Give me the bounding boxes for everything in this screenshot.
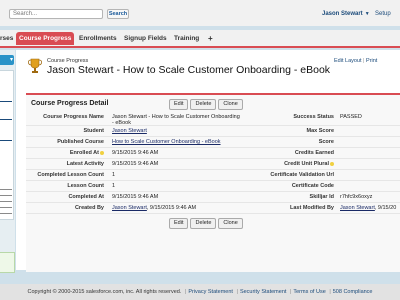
field-label: Latest Activity bbox=[66, 161, 104, 167]
search-button[interactable]: Search bbox=[107, 9, 129, 19]
edit-layout-link[interactable]: Edit Layout bbox=[334, 58, 362, 64]
field-label: Last Modified By bbox=[289, 205, 334, 211]
detail-row: Course Progress Name Jason Stewart - How… bbox=[26, 112, 400, 126]
copyright-text: Copyright © 2000-2015 salesforce.com, in… bbox=[27, 289, 182, 295]
clone-button[interactable]: Clone bbox=[218, 218, 243, 229]
field-label-text: Enrolled At bbox=[69, 150, 99, 156]
sidebar-text bbox=[0, 201, 12, 202]
user-menu[interactable]: Jason Stewart ▼ bbox=[322, 11, 370, 17]
clone-button[interactable]: Clone bbox=[218, 99, 243, 110]
field-label: Completed At bbox=[68, 194, 104, 200]
field-value: 1 bbox=[112, 172, 116, 178]
top-button-group: Edit Delete Clone bbox=[169, 99, 243, 110]
field-value: PASSED bbox=[340, 114, 362, 120]
sidebar-link[interactable] bbox=[0, 116, 12, 120]
sidebar-link[interactable] bbox=[0, 98, 12, 102]
field-value: 9/15/2015 9:46 AM bbox=[112, 194, 159, 200]
detail-row: Completed At 9/15/2015 9:46 AM Skilljar … bbox=[26, 192, 400, 203]
tab-training[interactable]: Training bbox=[174, 32, 199, 45]
compliance-link[interactable]: 508 Compliance bbox=[333, 289, 373, 295]
chevron-down-icon: ▼ bbox=[364, 11, 370, 17]
page-title: Jason Stewart - How to Scale Customer On… bbox=[47, 64, 331, 76]
field-label: Credits Earned bbox=[294, 150, 334, 156]
search-input[interactable]: Search... bbox=[9, 9, 103, 19]
page-links: Edit Layout | Print bbox=[334, 58, 378, 64]
field-value: 9/15/2015 9:46 AM bbox=[112, 161, 159, 167]
field-label: Completed Lesson Count bbox=[37, 172, 104, 178]
terms-link[interactable]: Terms of Use bbox=[293, 289, 325, 295]
detail-row: Student Jason Stewart Max Score bbox=[26, 126, 400, 137]
field-label: Max Score bbox=[306, 128, 334, 134]
tab-add[interactable]: + bbox=[208, 32, 213, 45]
detail-row: Enrolled At 9/15/2015 9:46 AM Credits Ea… bbox=[26, 148, 400, 159]
privacy-link[interactable]: Privacy Statement bbox=[188, 289, 233, 295]
setup-link[interactable]: Setup bbox=[375, 11, 391, 17]
sidebar-text bbox=[0, 195, 12, 196]
security-link[interactable]: Security Statement bbox=[240, 289, 286, 295]
info-icon[interactable] bbox=[330, 161, 334, 166]
field-label: Score bbox=[318, 139, 334, 145]
field-value: 1 bbox=[112, 183, 116, 189]
student-link[interactable]: Jason Stewart bbox=[112, 128, 147, 134]
edit-button[interactable]: Edit bbox=[169, 99, 189, 110]
field-value: r7hfc9x6oxyz bbox=[340, 194, 373, 200]
sidebar-text bbox=[0, 213, 12, 214]
detail-section: Course Progress Detail Edit Delete Clone… bbox=[26, 93, 400, 272]
field-label: Course Progress Name bbox=[43, 114, 104, 120]
tab-course-progress[interactable]: Course Progress bbox=[16, 32, 75, 45]
sidebar-recycle-bin[interactable] bbox=[0, 252, 15, 273]
field-label: Enrolled At bbox=[26, 150, 104, 156]
tab-signup-fields[interactable]: Signup Fields bbox=[124, 32, 167, 45]
sidebar-text bbox=[0, 189, 12, 190]
field-label: Credit Unit Plural bbox=[226, 161, 334, 167]
info-icon[interactable] bbox=[100, 150, 104, 155]
detail-row: Latest Activity 9/15/2015 9:46 AM Credit… bbox=[26, 159, 400, 170]
trophy-icon bbox=[28, 58, 42, 73]
sidebar-toggle[interactable]: ▾ bbox=[0, 55, 14, 65]
tab-enrollments[interactable]: Enrollments bbox=[79, 32, 117, 45]
field-value: Jason Stewart - How to Scale Customer On… bbox=[112, 114, 240, 126]
sidebar-text bbox=[0, 207, 12, 208]
user-name: Jason Stewart bbox=[322, 11, 363, 17]
field-value-line: Jason Stewart - How to Scale Customer On… bbox=[112, 114, 240, 120]
footer: Copyright © 2000-2015 salesforce.com, in… bbox=[0, 284, 400, 300]
sidebar-link[interactable] bbox=[0, 137, 12, 141]
edit-button[interactable]: Edit bbox=[169, 218, 189, 229]
last-modified-by-link[interactable]: Jason Stewart bbox=[340, 205, 375, 211]
chevron-down-icon: ▾ bbox=[9, 57, 13, 63]
created-by-link[interactable]: Jason Stewart bbox=[112, 205, 147, 211]
sidebar-panel bbox=[0, 70, 14, 220]
field-label: Lesson Count bbox=[67, 183, 104, 189]
field-label: Student bbox=[83, 128, 104, 134]
tab-bar: rses Course Progress Enrollments Signup … bbox=[0, 30, 400, 48]
field-label: Certificate Validation Url bbox=[270, 172, 334, 178]
tab-courses[interactable]: rses bbox=[0, 32, 13, 45]
field-value: Jason Stewart, 9/15/2015 9:46 AM bbox=[112, 205, 196, 211]
detail-row: Published Course How to Scale Customer O… bbox=[26, 137, 400, 148]
field-value: 9/15/2015 9:46 AM bbox=[112, 150, 159, 156]
section-title: Course Progress Detail bbox=[31, 100, 109, 107]
detail-row: Lesson Count 1 Certificate Code bbox=[26, 181, 400, 192]
detail-row: Completed Lesson Count 1 Certificate Val… bbox=[26, 170, 400, 181]
field-value: Jason Stewart, 9/15/20 bbox=[340, 205, 396, 211]
field-label: Success Status bbox=[293, 114, 334, 120]
field-label-text: Credit Unit Plural bbox=[284, 161, 329, 167]
field-label: Certificate Code bbox=[291, 183, 334, 189]
field-label: Created By bbox=[74, 205, 104, 211]
global-header: Search... Search Jason Stewart ▼ Setup bbox=[0, 0, 400, 26]
field-label: Published Course bbox=[57, 139, 104, 145]
sidebar: ▾ bbox=[0, 50, 15, 273]
delete-button[interactable]: Delete bbox=[190, 99, 217, 110]
modified-date: , 9/15/20 bbox=[374, 205, 397, 211]
published-course-link[interactable]: How to Scale Customer Onboarding - eBook bbox=[112, 139, 221, 145]
delete-button[interactable]: Delete bbox=[190, 218, 217, 229]
field-label: Skilljar Id bbox=[309, 194, 334, 200]
print-link[interactable]: Print bbox=[366, 58, 377, 64]
main-content: Course Progress Jason Stewart - How to S… bbox=[16, 50, 400, 272]
created-date: , 9/15/2015 9:46 AM bbox=[146, 205, 197, 211]
detail-row: Created By Jason Stewart, 9/15/2015 9:46… bbox=[26, 203, 400, 214]
bottom-button-group: Edit Delete Clone bbox=[169, 218, 243, 229]
